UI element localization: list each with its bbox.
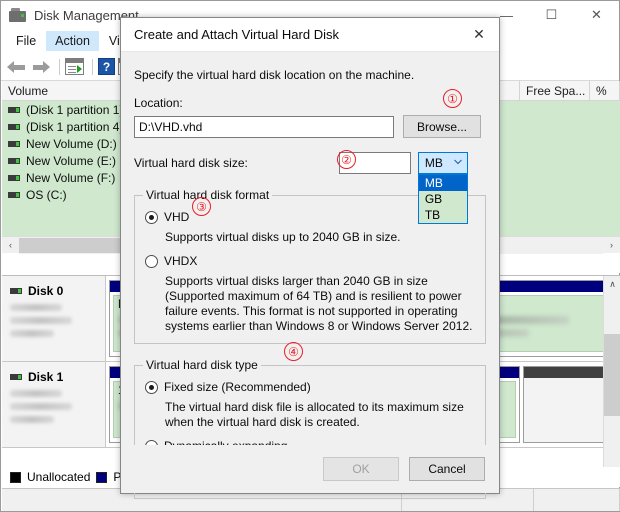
disk-capacity-redacted [10, 403, 72, 410]
vhdx-description: Supports virtual disks larger than 2040 … [165, 274, 473, 333]
annotation-3: ③ [192, 197, 211, 216]
volume-name: (Disk 1 partition 1) [26, 102, 124, 117]
location-input[interactable] [134, 115, 394, 138]
dialog-intro-text: Specify the virtual hard disk location o… [134, 68, 415, 82]
volume-icon [8, 174, 20, 181]
menu-action[interactable]: Action [46, 31, 99, 51]
browse-button[interactable]: Browse... [403, 115, 481, 138]
volume-name: New Volume (E:) [26, 153, 117, 168]
disk-title: Disk 1 [10, 370, 99, 384]
unit-option-gb[interactable]: GB [419, 191, 467, 207]
volume-icon [8, 191, 20, 198]
annotation-4: ④ [284, 342, 303, 361]
ok-button[interactable]: OK [323, 457, 399, 481]
disk-status-redacted [10, 416, 54, 423]
legend-swatch-unallocated [10, 471, 21, 483]
help-icon[interactable]: ? [98, 58, 115, 75]
scroll-left-icon[interactable]: ‹ [2, 237, 19, 254]
disk-info-panel[interactable]: Disk 0 [2, 276, 106, 361]
cancel-button[interactable]: Cancel [409, 457, 485, 481]
fixed-size-label: Fixed size (Recommended) [164, 380, 311, 394]
unit-option-mb[interactable]: MB [418, 175, 467, 191]
type-group-legend: Virtual hard disk type [146, 358, 258, 372]
disk-capacity-redacted [10, 317, 72, 324]
disk-icon [10, 374, 22, 380]
toolbar-separator-1 [59, 58, 60, 75]
legend-swatch-primary [96, 471, 108, 483]
statusbar-cell-3 [534, 489, 620, 511]
vhd-radio[interactable] [145, 210, 158, 224]
legend-label-unallocated: Unallocated [27, 470, 91, 484]
properties-icon[interactable] [65, 58, 84, 75]
maximize-button[interactable]: ☐ [529, 1, 574, 29]
unit-combo-wrap: MB MB GB TB [417, 152, 468, 224]
vhd-description: Supports virtual disks up to 2040 GB in … [165, 230, 401, 244]
disk-management-icon [9, 7, 26, 23]
close-button[interactable]: ✕ [574, 1, 619, 29]
window-controls: — ☐ ✕ [484, 1, 619, 29]
vscroll-thumb[interactable] [604, 334, 620, 416]
menu-file[interactable]: File [7, 31, 45, 51]
vhd-label: VHD [164, 210, 190, 224]
disk-name: Disk 0 [28, 284, 64, 298]
annotation-2: ② [337, 150, 356, 169]
unit-select[interactable]: MB [417, 152, 468, 174]
dialog-footer: OK Cancel [121, 445, 499, 493]
size-label: Virtual hard disk size: [134, 156, 248, 170]
vhdx-label: VHDX [164, 254, 198, 268]
dialog-close-icon[interactable]: ✕ [459, 18, 499, 51]
volume-name: OS (C:) [26, 187, 67, 202]
volume-name: New Volume (F:) [26, 170, 116, 185]
dialog-body: Specify the virtual hard disk location o… [121, 52, 499, 499]
column-header-percent[interactable]: % [590, 81, 620, 100]
unit-selected-value: MB [424, 156, 443, 170]
scroll-right-icon[interactable]: › [603, 237, 620, 254]
location-row: Browse... [134, 115, 486, 138]
unit-option-tb[interactable]: TB [419, 207, 467, 223]
create-attach-vhd-dialog: Create and Attach Virtual Hard Disk ✕ Sp… [120, 17, 500, 499]
size-row: Virtual hard disk size: MB MB GB TB [134, 152, 486, 224]
vhdx-radio[interactable] [145, 254, 158, 268]
dialog-title: Create and Attach Virtual Hard Disk [134, 27, 339, 42]
dialog-titlebar: Create and Attach Virtual Hard Disk ✕ [121, 18, 499, 52]
scroll-up-icon[interactable]: ∧ [604, 276, 620, 293]
toolbar-separator-2 [92, 58, 93, 75]
back-arrow-icon[interactable] [6, 57, 28, 77]
disk-status-redacted [10, 330, 54, 337]
disk-view-vertical-scrollbar[interactable]: ∧ ∨ [603, 276, 620, 487]
vhdx-radio-row[interactable]: VHDX [145, 254, 477, 268]
annotation-1: ① [443, 89, 462, 108]
volume-icon [8, 157, 20, 164]
disk-type-redacted [10, 304, 62, 311]
fixed-size-description: The virtual hard disk file is allocated … [165, 400, 464, 429]
volume-name: New Volume (D:) [26, 136, 117, 151]
disk-title: Disk 0 [10, 284, 99, 298]
volume-icon [8, 140, 20, 147]
location-label: Location: [134, 96, 183, 110]
disk-name: Disk 1 [28, 370, 64, 384]
volume-name: (Disk 1 partition 4) [26, 119, 124, 134]
column-header-free-space[interactable]: Free Spa... [520, 81, 590, 100]
volume-icon [8, 106, 20, 113]
volume-icon [8, 123, 20, 130]
screen: Disk Management — ☐ ✕ File Action View ?… [0, 0, 620, 512]
chevron-down-icon [453, 159, 462, 165]
forward-arrow-icon[interactable] [30, 57, 52, 77]
fixed-size-radio[interactable] [145, 380, 158, 394]
disk-icon [10, 288, 22, 294]
disk-info-panel[interactable]: Disk 1 [2, 362, 106, 447]
disk-type-redacted [10, 390, 62, 397]
fixed-size-radio-row[interactable]: Fixed size (Recommended) [145, 380, 477, 394]
unit-options-list[interactable]: MB GB TB [417, 174, 468, 224]
